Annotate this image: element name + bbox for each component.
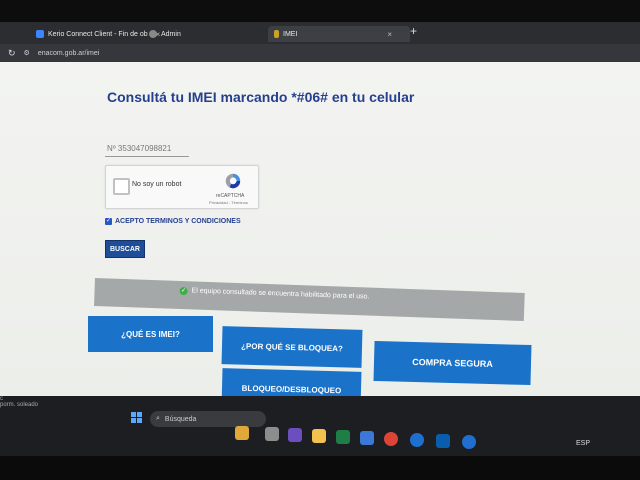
tab-admin[interactable]: Admin × [143, 26, 284, 42]
windows-start-icon[interactable] [131, 412, 142, 423]
tab-imei[interactable]: IMEI × [268, 26, 410, 42]
search-icon: ⌕ [156, 415, 160, 422]
monitor-bezel-bottom [0, 456, 640, 480]
captcha-label: No soy un robot [132, 181, 182, 188]
windows-taskbar: c porm. soleado ⌕ Búsqueda ESP [0, 396, 640, 456]
check-circle-icon: ✓ [179, 286, 188, 296]
search-button[interactable]: BUSCAR [105, 240, 145, 258]
folder-icon[interactable] [312, 429, 326, 443]
monitor-bezel [0, 0, 640, 22]
tab-label: Admin [161, 30, 181, 38]
address-bar[interactable]: ↻ ⚙ enacom.gob.ar/imei [0, 44, 640, 62]
status-message: El equipo consultado se encuentra habili… [191, 287, 370, 301]
excel-icon[interactable] [336, 430, 350, 444]
captcha-privacy-link[interactable]: Privacidad - Términos [209, 200, 248, 205]
what-is-imei-button[interactable]: ¿QUÉ ES IMEI? [88, 316, 213, 352]
url-text[interactable]: enacom.gob.ar/imei [38, 50, 99, 57]
tab-label: Kerio Connect Client - Fin de ob [48, 30, 148, 38]
imei-input[interactable] [105, 140, 189, 157]
task-view-icon[interactable] [265, 427, 279, 441]
globe-icon [149, 30, 157, 38]
close-icon[interactable]: × [387, 30, 392, 39]
captcha-checkbox[interactable] [113, 178, 130, 195]
taskbar-search[interactable]: ⌕ Búsqueda [150, 411, 266, 427]
enacom-favicon-icon [274, 30, 279, 38]
reload-icon[interactable]: ↻ [8, 48, 16, 59]
why-blocked-button[interactable]: ¿POR QUÉ SE BLOQUEA? [221, 326, 363, 368]
kerio-favicon-icon [36, 30, 44, 38]
recaptcha-logo-icon [225, 173, 241, 189]
edge-icon[interactable] [462, 435, 476, 449]
new-tab-button[interactable]: + [410, 24, 417, 38]
captcha-brand: reCAPTCHA [216, 193, 245, 199]
calculator-icon[interactable] [360, 431, 374, 445]
site-info-icon[interactable]: ⚙ [24, 49, 30, 57]
browser-tab-bar: Kerio Connect Client - Fin de ob × Admin… [0, 22, 640, 60]
tab-label: IMEI [283, 30, 298, 38]
chat-icon[interactable] [288, 428, 302, 442]
pinned-app-icon[interactable] [235, 426, 249, 440]
chrome-icon[interactable] [384, 432, 398, 446]
terms-row[interactable]: ✓ ACEPTO TERMINOS Y CONDICIONES [105, 218, 241, 225]
weather-line: porm. soleado [0, 402, 39, 408]
status-banner: ✓ El equipo consultado se encuentra habi… [94, 278, 525, 321]
app-icon[interactable] [436, 434, 450, 448]
search-label: Búsqueda [164, 415, 197, 423]
language-indicator[interactable]: ESP [576, 440, 590, 447]
page-title: Consultá tu IMEI marcando *#06# en tu ce… [107, 89, 415, 105]
terms-checkbox[interactable]: ✓ [105, 218, 112, 225]
safe-purchase-button[interactable]: COMPRA SEGURA [373, 340, 532, 386]
terms-label: ACEPTO TERMINOS Y CONDICIONES [115, 218, 241, 225]
edge-icon[interactable] [410, 433, 424, 447]
recaptcha-widget[interactable]: No soy un robot reCAPTCHA Privacidad - T… [105, 165, 259, 209]
page-content: Consultá tu IMEI marcando *#06# en tu ce… [0, 62, 640, 410]
weather-widget[interactable]: c porm. soleado [0, 396, 38, 408]
